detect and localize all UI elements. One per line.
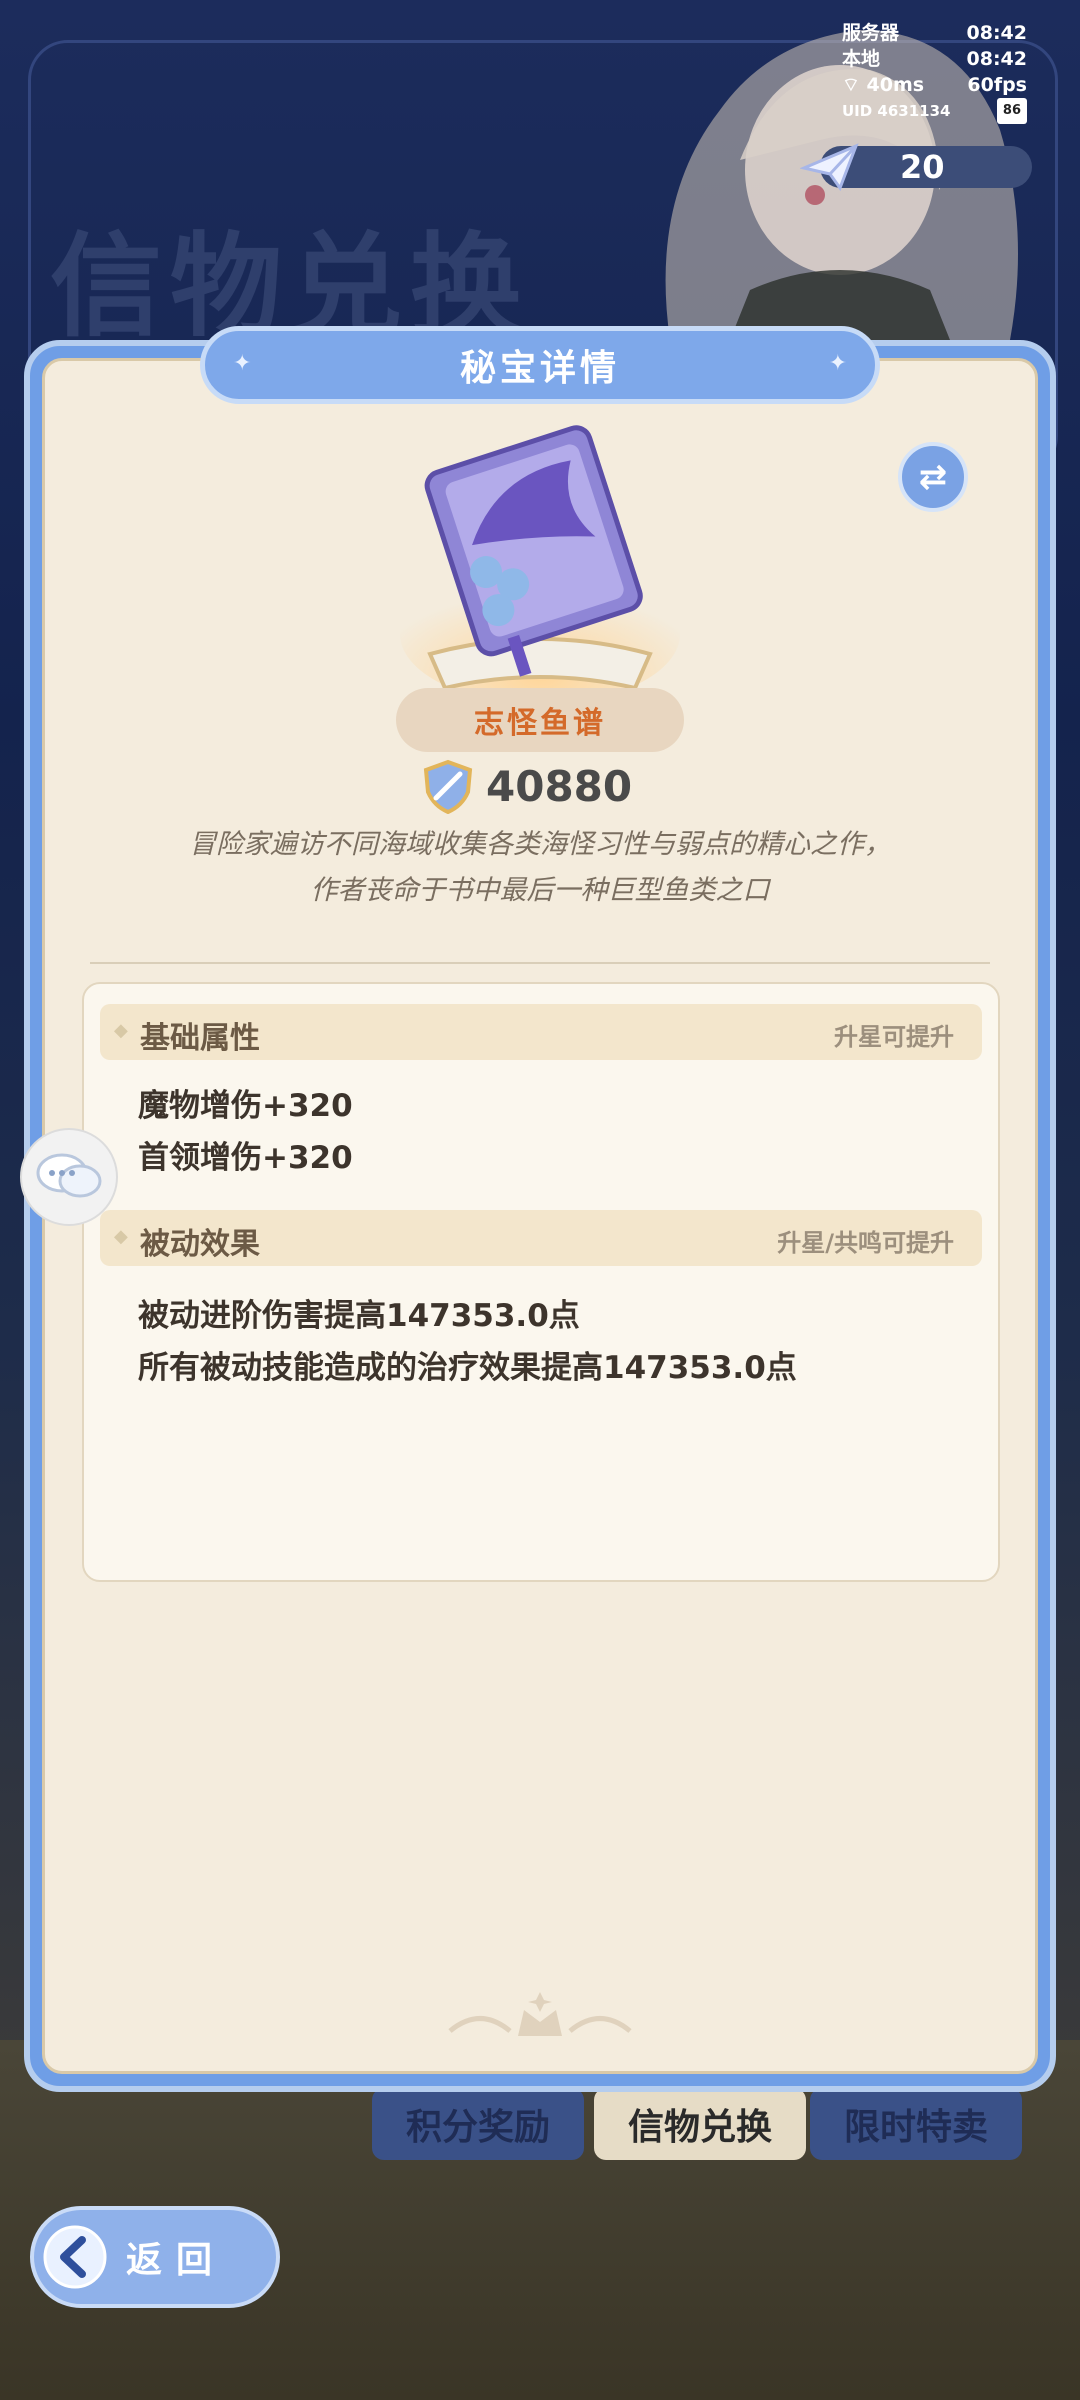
swap-icon: ⇄ xyxy=(918,457,948,497)
ping-value: 40ms xyxy=(866,74,925,96)
item-description-line: 作者丧命于书中最后一种巨型鱼类之口 xyxy=(310,875,770,906)
star-ornament-icon: ✦ xyxy=(828,351,847,376)
base-attributes-title: 基础属性 xyxy=(140,1021,260,1056)
tab-points-reward[interactable]: 积分奖励 xyxy=(372,2088,584,2160)
shield-sword-icon xyxy=(423,759,473,814)
base-attributes-header: ◆ 基础属性 升星可提升 xyxy=(100,1004,982,1060)
back-button[interactable]: 返回 xyxy=(30,2206,280,2308)
item-name-badge: 志怪鱼谱 xyxy=(396,688,684,752)
stat-line: 所有被动技能造成的治疗效果提高147353.0点 xyxy=(138,1350,797,1386)
battery-indicator: 86 xyxy=(996,98,1027,124)
star-ornament-icon: ✦ xyxy=(233,351,252,376)
paper-plane-icon xyxy=(800,143,859,192)
tab-token-exchange[interactable]: 信物兑换 xyxy=(594,2088,806,2160)
book-icon xyxy=(400,425,680,704)
stat-line: 首领增伤+320 xyxy=(138,1140,353,1176)
back-button-label: 返回 xyxy=(126,2240,227,2281)
fps-readout: 60fps xyxy=(967,74,1027,96)
back-arrow-icon xyxy=(43,2225,107,2289)
stat-line: 魔物增伤+320 xyxy=(138,1088,353,1124)
chat-icon xyxy=(36,1153,102,1198)
server-time-label: 服务器 xyxy=(842,22,900,44)
swap-button[interactable]: ⇄ xyxy=(898,442,968,512)
item-price: 40880 xyxy=(486,762,633,811)
modal-title: 秘宝详情 xyxy=(459,348,620,389)
passive-effects-header: ◆ 被动效果 升星/共鸣可提升 xyxy=(100,1210,982,1266)
item-name: 志怪鱼谱 xyxy=(474,706,606,741)
status-hud: 服务器 08:42 本地 08:42 ⌔ 40ms 60fps UID 463113… xyxy=(842,20,1027,124)
diamond-bullet-icon: ◆ xyxy=(114,1226,128,1247)
wifi-icon: ⌔ xyxy=(842,74,860,96)
chat-button[interactable] xyxy=(20,1128,118,1226)
local-time: 08:42 xyxy=(966,48,1027,70)
ping-readout: ⌔ 40ms xyxy=(842,72,924,98)
tab-limited-sale[interactable]: 限时特卖 xyxy=(810,2088,1022,2160)
diamond-bullet-icon: ◆ xyxy=(114,1020,128,1041)
ticket-count: 20 xyxy=(900,148,945,186)
stats-panel xyxy=(82,982,1000,1582)
passive-effects-title: 被动效果 xyxy=(140,1227,260,1262)
base-attributes-note: 升星可提升 xyxy=(834,1023,954,1051)
passive-effects-note: 升星/共鸣可提升 xyxy=(777,1229,954,1257)
uid-label: UID 4631134 xyxy=(842,102,951,120)
server-time: 08:42 xyxy=(966,22,1027,44)
item-description: 冒险家遍访不同海域收集各类海怪习性与弱点的精心之作， 作者丧命于书中最后一种巨型… xyxy=(100,822,980,914)
item-description-line: 冒险家遍访不同海域收集各类海怪习性与弱点的精心之作， xyxy=(189,829,891,860)
section-divider xyxy=(90,962,990,964)
stat-line: 被动进阶伤害提高147353.0点 xyxy=(138,1298,580,1334)
decorative-ornament xyxy=(448,1992,632,2036)
modal-header: ✦ 秘宝详情 ✦ xyxy=(200,326,880,404)
local-time-label: 本地 xyxy=(842,48,881,70)
